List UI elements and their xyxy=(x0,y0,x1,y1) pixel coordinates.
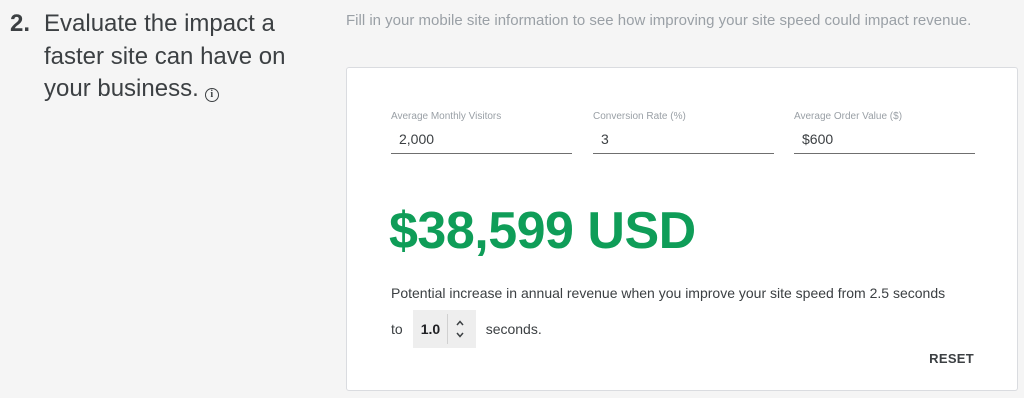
speed-value[interactable]: 1.0 xyxy=(421,321,445,337)
revenue-description: Potential increase in annual revenue whe… xyxy=(391,285,946,301)
conversion-field: Conversion Rate (%) xyxy=(593,111,774,154)
step-heading: Evaluate the impact a faster site can ha… xyxy=(44,8,289,106)
info-icon[interactable]: i xyxy=(204,88,219,102)
order-value-label: Average Order Value ($) xyxy=(794,111,903,122)
speed-stepper[interactable]: 1.0 xyxy=(412,310,476,348)
visitors-label: Average Monthly Visitors xyxy=(391,111,502,122)
instructions-text: Fill in your mobile site information to … xyxy=(346,12,972,29)
order-value-field: Average Order Value ($) xyxy=(794,111,975,154)
page: 2. Evaluate the impact a faster site can… xyxy=(0,0,1024,398)
chevron-down-icon[interactable] xyxy=(454,329,466,341)
conversion-label: Conversion Rate (%) xyxy=(593,111,686,122)
step-number: 2. xyxy=(10,10,31,37)
step-heading-text: Evaluate the impact a faster site can ha… xyxy=(44,10,286,102)
order-value-input[interactable] xyxy=(794,127,975,154)
calculator-card: Average Monthly Visitors Conversion Rate… xyxy=(346,67,1018,391)
visitors-input[interactable] xyxy=(391,127,572,154)
speed-row: to 1.0 seconds. xyxy=(391,310,542,348)
chevron-up-icon[interactable] xyxy=(454,317,466,329)
to-label: to xyxy=(391,321,403,337)
revenue-amount: $38,599 USD xyxy=(389,202,696,260)
seconds-label: seconds. xyxy=(485,321,542,337)
conversion-input[interactable] xyxy=(593,127,774,154)
stepper-arrows xyxy=(446,314,466,344)
reset-button[interactable]: RESET xyxy=(929,351,974,366)
visitors-field: Average Monthly Visitors xyxy=(391,111,572,154)
